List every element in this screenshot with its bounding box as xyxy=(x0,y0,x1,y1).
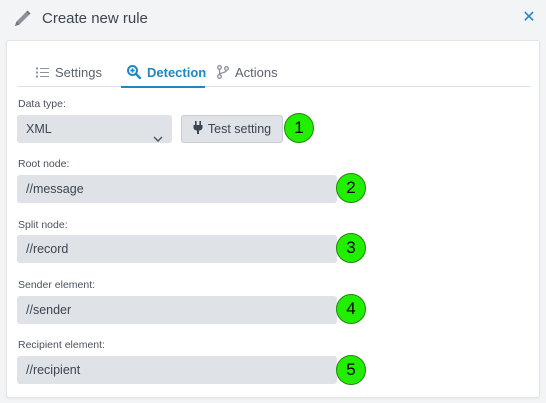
pencil-icon xyxy=(11,8,33,30)
split-node-input[interactable]: //record xyxy=(17,235,337,263)
marker-2: 2 xyxy=(336,173,366,203)
search-plus-icon xyxy=(127,65,141,79)
branch-icon xyxy=(217,65,229,79)
dialog-header: Create new rule ✕ xyxy=(0,0,546,38)
tab-detection[interactable]: Detection xyxy=(121,57,207,88)
recipient-element-label: Recipient element: xyxy=(18,339,105,351)
data-type-value: XML xyxy=(26,122,52,136)
marker-1: 1 xyxy=(284,113,314,143)
close-icon[interactable]: ✕ xyxy=(522,9,536,27)
recipient-element-input[interactable]: //recipient xyxy=(17,356,337,384)
data-type-label: Data type: xyxy=(18,98,66,110)
tab-settings-label: Settings xyxy=(55,64,102,80)
plug-icon xyxy=(193,121,203,137)
tab-actions-label: Actions xyxy=(235,64,278,80)
marker-3: 3 xyxy=(336,233,366,263)
rule-form-card: Settings Detection Actions Data type: XM… xyxy=(6,40,540,398)
test-setting-button[interactable]: Test setting xyxy=(181,115,283,143)
chevron-down-icon xyxy=(153,125,163,142)
root-node-label: Root node: xyxy=(18,158,70,170)
marker-5: 5 xyxy=(336,355,366,385)
root-node-input[interactable]: //message xyxy=(17,175,337,203)
list-icon xyxy=(36,67,49,78)
data-type-select[interactable]: XML xyxy=(17,115,172,143)
split-node-label: Split node: xyxy=(18,219,68,231)
sender-element-input[interactable]: //sender xyxy=(17,296,337,324)
tab-detection-label: Detection xyxy=(147,64,207,80)
test-setting-label: Test setting xyxy=(207,122,272,136)
tab-bar: Settings Detection Actions xyxy=(17,57,531,88)
sender-element-label: Sender element: xyxy=(18,279,96,291)
dialog-title: Create new rule xyxy=(42,10,148,27)
tab-actions[interactable]: Actions xyxy=(217,57,278,87)
tab-settings[interactable]: Settings xyxy=(36,57,102,87)
marker-4: 4 xyxy=(336,294,366,324)
